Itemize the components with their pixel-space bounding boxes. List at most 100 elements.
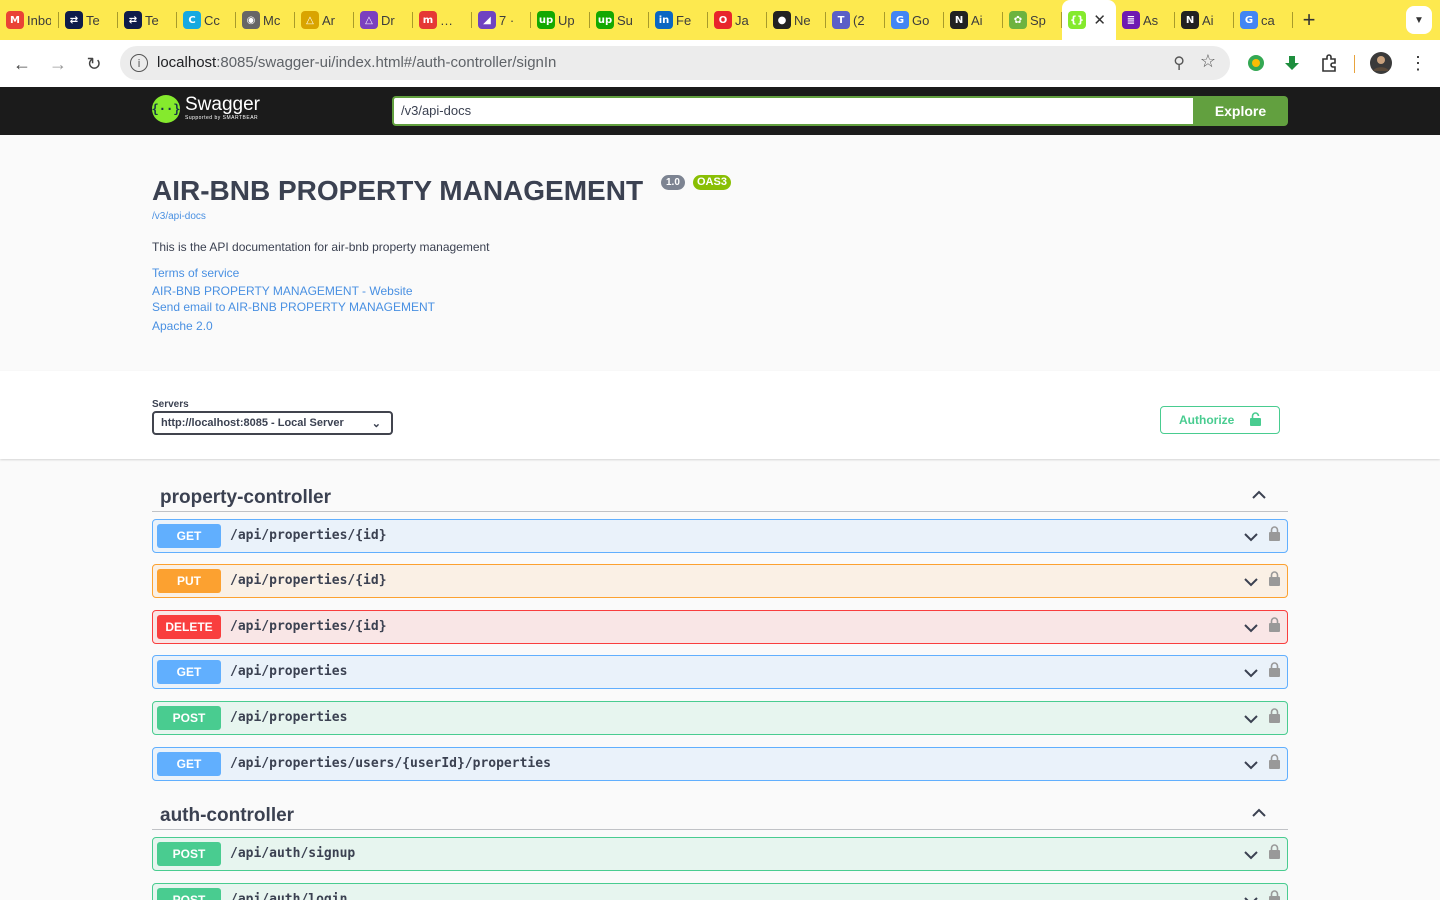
profile-avatar[interactable]: [1370, 52, 1392, 74]
tab-search-button[interactable]: ▼: [1406, 6, 1432, 34]
unlock-icon: [1250, 412, 1261, 426]
lock-icon[interactable]: [1269, 754, 1280, 769]
spec-link[interactable]: /v3/api-docs: [152, 211, 206, 222]
api-info: AIR-BNB PROPERTY MANAGEMENT 1.0 OAS3 /v3…: [0, 135, 1440, 371]
operation-path: /api/properties/{id}: [230, 573, 387, 588]
browser-tab[interactable]: MInbox: [0, 0, 59, 40]
browser-tab[interactable]: T (2: [826, 0, 885, 40]
browser-tab[interactable]: ◉ Mc: [236, 0, 295, 40]
license-link[interactable]: Apache 2.0: [152, 319, 213, 333]
http-method-badge: POST: [157, 842, 221, 866]
site-info-icon[interactable]: i: [130, 54, 148, 72]
browser-tab[interactable]: O Ja: [708, 0, 767, 40]
browser-tab-label: Up: [558, 12, 575, 28]
browser-tab[interactable]: ◢ 7 ·: [472, 0, 531, 40]
lock-icon[interactable]: [1269, 708, 1280, 723]
google-icon: G: [1240, 11, 1258, 29]
browser-tab[interactable]: up Su: [590, 0, 649, 40]
browser-tab[interactable]: △ Ar: [295, 0, 354, 40]
bookmark-star-icon[interactable]: ☆: [1200, 51, 1216, 72]
reload-icon[interactable]: ↻: [76, 46, 112, 82]
chevron-up-icon[interactable]: [1251, 487, 1267, 501]
teams-icon: T: [832, 11, 850, 29]
authorize-button[interactable]: Authorize: [1160, 406, 1280, 434]
swagger-topbar: {··} Swagger Supported by SMARTBEAR /v3/a…: [0, 87, 1440, 135]
browser-tab-label: Cc: [204, 12, 220, 28]
lock-icon[interactable]: [1269, 617, 1280, 632]
http-method-badge: PUT: [157, 569, 221, 593]
browser-tab[interactable]: ● Ne: [767, 0, 826, 40]
tag-header[interactable]: property-controller: [152, 475, 1288, 512]
server-select[interactable]: http://localhost:8085 - Local Server ⌄: [152, 411, 393, 435]
browser-tab[interactable]: ⇄ Te: [59, 0, 118, 40]
browser-tab[interactable]: G Go: [885, 0, 944, 40]
operation-path: /api/properties/users/{userId}/propertie…: [230, 756, 551, 771]
browser-tab[interactable]: ✿ Sp: [1003, 0, 1062, 40]
lock-icon[interactable]: [1269, 844, 1280, 859]
browser-tab[interactable]: Gca: [1234, 0, 1293, 40]
chevron-down-icon[interactable]: [1244, 530, 1258, 544]
browser-tab[interactable]: m…: [413, 0, 472, 40]
back-icon[interactable]: ←: [4, 46, 40, 82]
browser-tab-label: Ne: [794, 12, 811, 28]
zoom-icon[interactable]: ⚲: [1173, 53, 1185, 73]
new-tab-button[interactable]: +: [1293, 0, 1325, 40]
extensions-puzzle-icon[interactable]: [1318, 52, 1340, 74]
lock-icon[interactable]: [1269, 662, 1280, 677]
extension-icon[interactable]: [1245, 52, 1267, 74]
operation-row[interactable]: POST/api/properties: [152, 701, 1288, 735]
chevron-down-icon[interactable]: [1244, 575, 1258, 589]
lock-icon[interactable]: [1269, 526, 1280, 541]
chevron-down-icon[interactable]: [1244, 621, 1258, 635]
operation-row[interactable]: GET/api/properties/users/{userId}/proper…: [152, 747, 1288, 781]
email-link[interactable]: Send email to AIR-BNB PROPERTY MANAGEMEN…: [152, 300, 435, 314]
chevron-down-icon[interactable]: [1244, 848, 1258, 862]
operation-row[interactable]: GET/api/properties/{id}: [152, 519, 1288, 553]
linear-icon: ◢: [478, 11, 496, 29]
operation-row[interactable]: POST/api/auth/login: [152, 883, 1288, 900]
browser-tab[interactable]: in Fe: [649, 0, 708, 40]
upwork-icon: up: [596, 11, 614, 29]
address-bar[interactable]: i localhost:8085/swagger-ui/index.html#/…: [120, 46, 1230, 80]
tab-separator: [1292, 12, 1293, 28]
operation-row[interactable]: DELETE/api/properties/{id}: [152, 610, 1288, 644]
browser-menu-icon[interactable]: ⋮: [1407, 52, 1429, 74]
browser-tab[interactable]: {} ✕: [1062, 0, 1116, 40]
close-tab-icon[interactable]: ✕: [1093, 11, 1106, 29]
teamviewer-icon: ⇄: [124, 11, 142, 29]
chevron-down-icon[interactable]: [1244, 894, 1258, 900]
browser-tab[interactable]: △ Dr: [354, 0, 413, 40]
download-icon[interactable]: [1281, 52, 1303, 74]
chevron-down-icon[interactable]: [1244, 666, 1258, 680]
chevron-down-icon[interactable]: [1244, 758, 1258, 772]
lock-icon[interactable]: [1269, 890, 1280, 900]
browser-tab[interactable]: N Ai: [1175, 0, 1234, 40]
browser-tab[interactable]: ≣ As: [1116, 0, 1175, 40]
spec-url-input[interactable]: /v3/api-docs: [392, 96, 1193, 126]
chevron-down-icon[interactable]: [1244, 712, 1258, 726]
m-icon: m: [419, 11, 437, 29]
browser-tab-label: Te: [145, 12, 159, 28]
browser-tab-label: Ja: [735, 12, 749, 28]
browser-tab[interactable]: N Ai: [944, 0, 1003, 40]
swagger-logo[interactable]: {··} Swagger Supported by SMARTBEAR: [152, 95, 260, 123]
operation-path: /api/auth/login: [230, 892, 348, 900]
website-link[interactable]: AIR-BNB PROPERTY MANAGEMENT - Website: [152, 284, 413, 298]
linkedin-icon: in: [655, 11, 673, 29]
list-icon: ≣: [1122, 11, 1140, 29]
tag-header[interactable]: auth-controller: [152, 793, 1288, 830]
lock-icon[interactable]: [1269, 571, 1280, 586]
address-url[interactable]: localhost:8085/swagger-ui/index.html#/au…: [157, 54, 556, 71]
forward-icon[interactable]: →: [40, 46, 76, 82]
browser-tab[interactable]: ⇄ Te: [118, 0, 177, 40]
terms-link[interactable]: Terms of service: [152, 266, 239, 280]
explore-button[interactable]: Explore: [1193, 96, 1288, 126]
browser-tab[interactable]: C Cc: [177, 0, 236, 40]
chevron-up-icon[interactable]: [1251, 805, 1267, 819]
browser-tab-label: 7 ·: [499, 12, 515, 28]
operation-row[interactable]: GET/api/properties: [152, 655, 1288, 689]
operation-row[interactable]: POST/api/auth/signup: [152, 837, 1288, 871]
browser-tab[interactable]: up Up: [531, 0, 590, 40]
gmail-icon: M: [6, 11, 24, 29]
operation-row[interactable]: PUT/api/properties/{id}: [152, 564, 1288, 598]
